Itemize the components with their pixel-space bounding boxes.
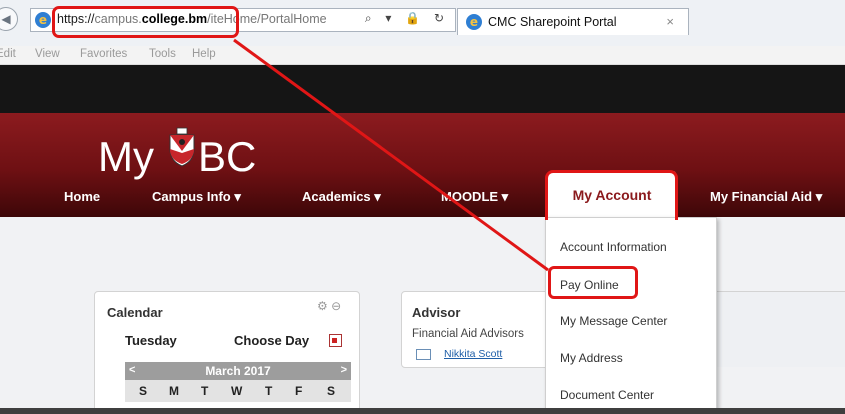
calendar-picker-icon[interactable] bbox=[329, 334, 342, 347]
back-button[interactable]: ◀ bbox=[0, 7, 18, 31]
nav-campus-info[interactable]: Campus Info ▾ bbox=[152, 189, 241, 205]
weekday-label: W bbox=[231, 384, 243, 398]
calendar-title: Calendar bbox=[107, 305, 163, 320]
weekday-label: F bbox=[295, 384, 303, 398]
weekday-label: T bbox=[201, 384, 209, 398]
choose-day-label[interactable]: Choose Day bbox=[234, 333, 309, 348]
weekday-label: M bbox=[169, 384, 179, 398]
advisor-panel: Advisor Financial Aid Advisors Nikkita S… bbox=[401, 291, 561, 368]
nav-academics[interactable]: Academics ▾ bbox=[302, 189, 381, 205]
menu-item-my-address[interactable]: My Address bbox=[560, 351, 623, 365]
nav-my-financial-aid[interactable]: My Financial Aid ▾ bbox=[710, 189, 822, 205]
calendar-controls-icon[interactable]: ⚙ ⊖ bbox=[317, 299, 341, 313]
advisor-name-link[interactable]: Nikkita Scott bbox=[444, 348, 502, 360]
menu-item-account-information[interactable]: Account Information bbox=[560, 240, 667, 254]
close-icon[interactable]: × bbox=[666, 14, 674, 29]
menu-tools[interactable]: Tools bbox=[149, 48, 176, 60]
portal-top-band bbox=[0, 65, 845, 113]
advisor-subtitle: Financial Aid Advisors bbox=[412, 328, 524, 340]
bottom-border bbox=[0, 408, 845, 414]
mail-icon[interactable] bbox=[416, 349, 431, 360]
menu-item-document-center[interactable]: Document Center bbox=[560, 388, 654, 402]
menu-view[interactable]: View bbox=[35, 48, 60, 60]
tab-title: CMC Sharepoint Portal bbox=[488, 15, 617, 29]
screenshot-frame: ◀ e https://campus.college.bm/iteHome/Po… bbox=[0, 0, 845, 414]
weekday-label: S bbox=[327, 384, 336, 398]
logo-my: My bbox=[98, 133, 154, 180]
address-tools-icon[interactable]: ⌕ ▾ 🔒 ↻ bbox=[365, 11, 449, 26]
ie-icon: e bbox=[35, 12, 51, 28]
calendar-month: March 2017 bbox=[205, 364, 271, 378]
weekday-label: T bbox=[265, 384, 273, 398]
calendar-panel: Calendar ⚙ ⊖ Tuesday Choose Day < March … bbox=[94, 291, 360, 414]
weekday-label: S bbox=[139, 384, 148, 398]
crest-icon bbox=[169, 127, 195, 167]
my-account-highlight-box bbox=[545, 170, 678, 220]
pay-online-highlight-box bbox=[548, 266, 638, 299]
site-header: My BC Home Campus Info ▾ Academics ▾ MOO… bbox=[0, 113, 845, 218]
menu-help[interactable]: Help bbox=[192, 48, 216, 60]
calendar-weekday-row: S M T W T F S bbox=[125, 380, 351, 402]
calendar-day: Tuesday bbox=[125, 333, 177, 348]
nav-moodle[interactable]: MOODLE ▾ bbox=[441, 189, 508, 205]
my-account-dropdown: Account Information Pay Online My Messag… bbox=[545, 217, 717, 414]
menu-edit[interactable]: Edit bbox=[0, 48, 16, 60]
browser-tab[interactable]: e CMC Sharepoint Portal × bbox=[457, 8, 689, 35]
menu-favorites[interactable]: Favorites bbox=[80, 48, 127, 60]
right-panel bbox=[714, 291, 845, 367]
advisor-title: Advisor bbox=[412, 305, 461, 320]
logo-bc: BC bbox=[198, 133, 257, 180]
nav-home[interactable]: Home bbox=[64, 189, 100, 204]
top-navigation: Home Campus Info ▾ Academics ▾ MOODLE ▾ … bbox=[0, 177, 845, 217]
url-highlight-box bbox=[52, 6, 239, 38]
calendar-month-header: < March 2017 > bbox=[125, 362, 351, 380]
browser-menubar: Edit View Favorites Tools Help bbox=[0, 46, 845, 65]
ie-tab-icon: e bbox=[466, 14, 482, 30]
menu-item-message-center[interactable]: My Message Center bbox=[560, 314, 667, 328]
next-month-button[interactable]: > bbox=[341, 364, 347, 376]
